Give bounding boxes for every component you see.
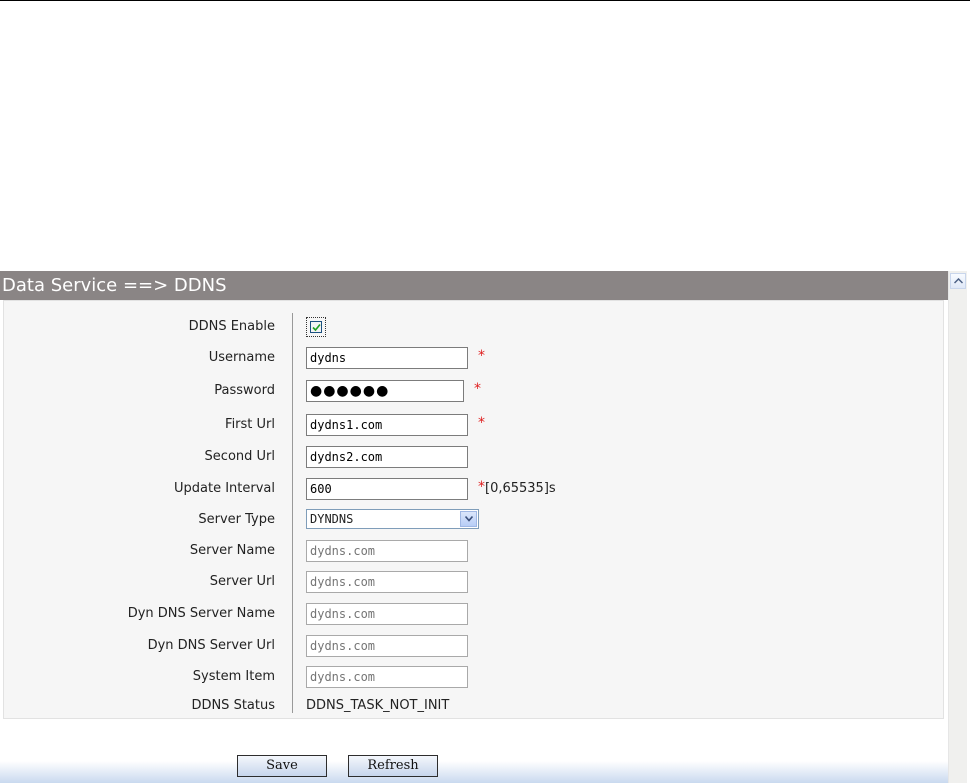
refresh-button[interactable]: Refresh [348,755,438,777]
scroll-up-button[interactable] [950,273,966,289]
username-required-mark: * [478,348,485,364]
first-url-label: First Url [225,417,275,432]
row-password: Password * [4,379,945,403]
row-dyn-dns-server-name: Dyn DNS Server Name [4,602,945,626]
chevron-down-icon [465,516,473,522]
server-type-select[interactable]: DYNDNS [306,509,479,529]
username-input[interactable] [306,347,468,369]
ddns-enable-label: DDNS Enable [188,319,275,334]
ddns-form: DDNS Enable Username * Password * First … [3,300,944,719]
panel-title: Data Service ==> DDNS [0,271,948,300]
row-server-name: Server Name [4,539,945,563]
save-button[interactable]: Save [237,755,327,777]
footer-band [0,761,948,783]
dropdown-button[interactable] [460,511,477,527]
ddns-enable-checkbox[interactable] [306,317,326,337]
row-second-url: Second Url [4,445,945,469]
ddns-panel: Data Service ==> DDNS DDNS Enable Userna… [0,271,948,783]
row-update-interval: Update Interval * [0,65535]s [4,477,945,501]
username-label: Username [208,350,275,365]
vertical-scrollbar[interactable] [948,271,967,783]
server-type-label: Server Type [198,512,275,527]
password-input[interactable] [306,380,464,402]
password-required-mark: * [474,381,481,397]
dyn-dns-server-name-label: Dyn DNS Server Name [127,606,275,621]
server-name-label: Server Name [189,543,275,558]
second-url-input[interactable] [306,446,468,468]
row-system-item: System Item [4,665,945,689]
server-url-input[interactable] [306,571,468,593]
server-url-label: Server Url [209,574,275,589]
server-name-input[interactable] [306,540,468,562]
update-interval-range-hint: [0,65535]s [485,481,556,496]
password-label: Password [214,383,275,398]
row-first-url: First Url * [4,413,945,437]
row-dyn-dns-server-url: Dyn DNS Server Url [4,634,945,658]
system-item-input[interactable] [306,666,468,688]
update-interval-label: Update Interval [174,481,275,496]
dyn-dns-server-name-input[interactable] [306,603,468,625]
dyn-dns-server-url-label: Dyn DNS Server Url [147,638,275,653]
ddns-status-value: DDNS_TASK_NOT_INIT [306,698,450,713]
first-url-input[interactable] [306,414,468,436]
first-url-required-mark: * [478,415,485,431]
row-server-type: Server Type DYNDNS [4,508,945,532]
update-interval-input[interactable] [306,478,468,500]
row-ddns-enable: DDNS Enable [4,315,945,339]
checkmark-icon [312,323,321,332]
update-interval-required-mark: * [478,479,485,495]
row-ddns-status: DDNS Status DDNS_TASK_NOT_INIT [4,694,945,718]
ddns-status-label: DDNS Status [191,698,275,713]
top-border-line [0,0,970,1]
server-type-selected: DYNDNS [310,512,354,526]
row-username: Username * [4,346,945,370]
dyn-dns-server-url-input[interactable] [306,635,468,657]
row-server-url: Server Url [4,570,945,594]
system-item-label: System Item [192,669,275,684]
chevron-up-icon [954,278,963,284]
checkbox-box [310,321,322,333]
second-url-label: Second Url [204,449,275,464]
